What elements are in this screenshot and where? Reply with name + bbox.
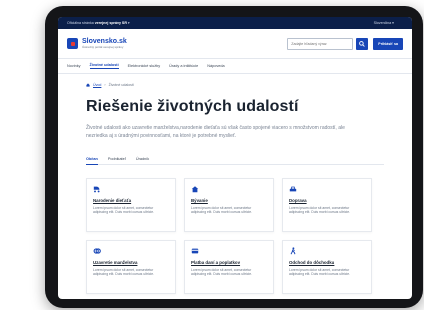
house-icon <box>191 185 199 192</box>
card-title[interactable]: Platba daní a poplatkov <box>191 260 267 265</box>
card-uzavretie-manzelstva[interactable]: Uzavretie manželstva Lorem ipsum dolor s… <box>86 239 176 294</box>
search-icon <box>359 40 366 47</box>
card-description: Lorem ipsum dolor sit amet, consectetur … <box>93 267 155 277</box>
card-description: Lorem ipsum dolor sit amet, consectetur … <box>191 205 253 215</box>
walking-person-icon <box>290 246 296 254</box>
card-title[interactable]: Odchod do dôchodku <box>289 260 365 265</box>
card-description: Lorem ipsum dolor sit amet, consectetur … <box>289 267 351 277</box>
logo-icon[interactable] <box>67 38 78 49</box>
breadcrumb: Úvod › Životné udalosti <box>86 83 384 87</box>
audience-tabs: Občan Podnikateľ Úradník <box>86 157 384 165</box>
site-logo[interactable]: Slovensko.sk Ústredný portál verejnej sp… <box>82 38 127 49</box>
nav-item-elektronicke-sluzby[interactable]: Elektronické služby <box>128 64 161 68</box>
tablet-frame: Oficiálna stránka verejnej správy SR ▾ S… <box>45 6 423 308</box>
search-input[interactable] <box>287 37 354 50</box>
card-platba-dani[interactable]: Platba daní a poplatkov Lorem ipsum dolo… <box>184 239 274 294</box>
language-selector[interactable]: Slovenčina ▾ <box>374 21 394 25</box>
main-content: Úvod › Životné udalosti Riešenie životný… <box>58 83 412 294</box>
rings-icon <box>93 247 101 254</box>
stroller-icon <box>93 186 100 192</box>
breadcrumb-separator: › <box>104 83 106 87</box>
nav-item-novinky[interactable]: Novinky <box>67 64 81 68</box>
gov-banner: Oficiálna stránka verejnej správy SR ▾ S… <box>58 17 412 29</box>
card-odchod-do-dochodku[interactable]: Odchod do dôchodku Lorem ipsum dolor sit… <box>282 239 372 294</box>
login-button[interactable]: Prihlásiť sa <box>373 37 403 50</box>
nav-item-urady[interactable]: Úrady a inštitúcie <box>169 64 198 68</box>
logo-subtitle: Ústredný portál verejnej správy <box>82 45 124 49</box>
main-nav: Novinky Životné udalosti Elektronické sl… <box>58 59 412 74</box>
page-title: Riešenie životných udalostí <box>86 98 299 115</box>
breadcrumb-current: Životné udalosti <box>108 83 134 87</box>
nav-item-napoveda[interactable]: Nápoveda <box>207 64 224 68</box>
card-doprava[interactable]: Doprava Lorem ipsum dolor sit amet, cons… <box>282 177 372 232</box>
payment-icon <box>191 248 199 253</box>
card-title[interactable]: Bývanie <box>191 198 267 203</box>
breadcrumb-home[interactable]: Úvod <box>93 83 101 87</box>
card-title[interactable]: Narodenie dieťaťa <box>93 198 169 203</box>
nav-item-zivotne-udalosti[interactable]: Životné udalosti <box>89 63 119 69</box>
card-description: Lorem ipsum dolor sit amet, consectetur … <box>93 205 155 215</box>
home-icon <box>86 83 90 87</box>
gov-banner-text: Oficiálna stránka verejnej správy SR ▾ <box>67 21 130 25</box>
card-description: Lorem ipsum dolor sit amet, consectetur … <box>289 205 351 215</box>
life-events-grid: Narodenie dieťaťa Lorem ipsum dolor sit … <box>86 177 384 294</box>
card-byvanie[interactable]: Bývanie Lorem ipsum dolor sit amet, cons… <box>184 177 274 232</box>
tab-uradnik[interactable]: Úradník <box>136 157 149 161</box>
page-intro: Životné udalosti ako uzavretie manželstv… <box>86 125 345 139</box>
card-narodenie-dietata[interactable]: Narodenie dieťaťa Lorem ipsum dolor sit … <box>86 177 176 232</box>
card-title[interactable]: Doprava <box>289 198 365 203</box>
card-description: Lorem ipsum dolor sit amet, consectetur … <box>191 267 253 277</box>
logo-title: Slovensko.sk <box>82 38 127 45</box>
tab-podnikatel[interactable]: Podnikateľ <box>108 157 126 161</box>
tablet-screen: Oficiálna stránka verejnej správy SR ▾ S… <box>58 17 412 299</box>
tab-obcan[interactable]: Občan <box>86 157 98 165</box>
card-title[interactable]: Uzavretie manželstva <box>93 260 169 265</box>
car-icon <box>289 186 297 191</box>
search-button[interactable] <box>356 37 369 50</box>
site-header: Slovensko.sk Ústredný portál verejnej sp… <box>58 29 412 59</box>
